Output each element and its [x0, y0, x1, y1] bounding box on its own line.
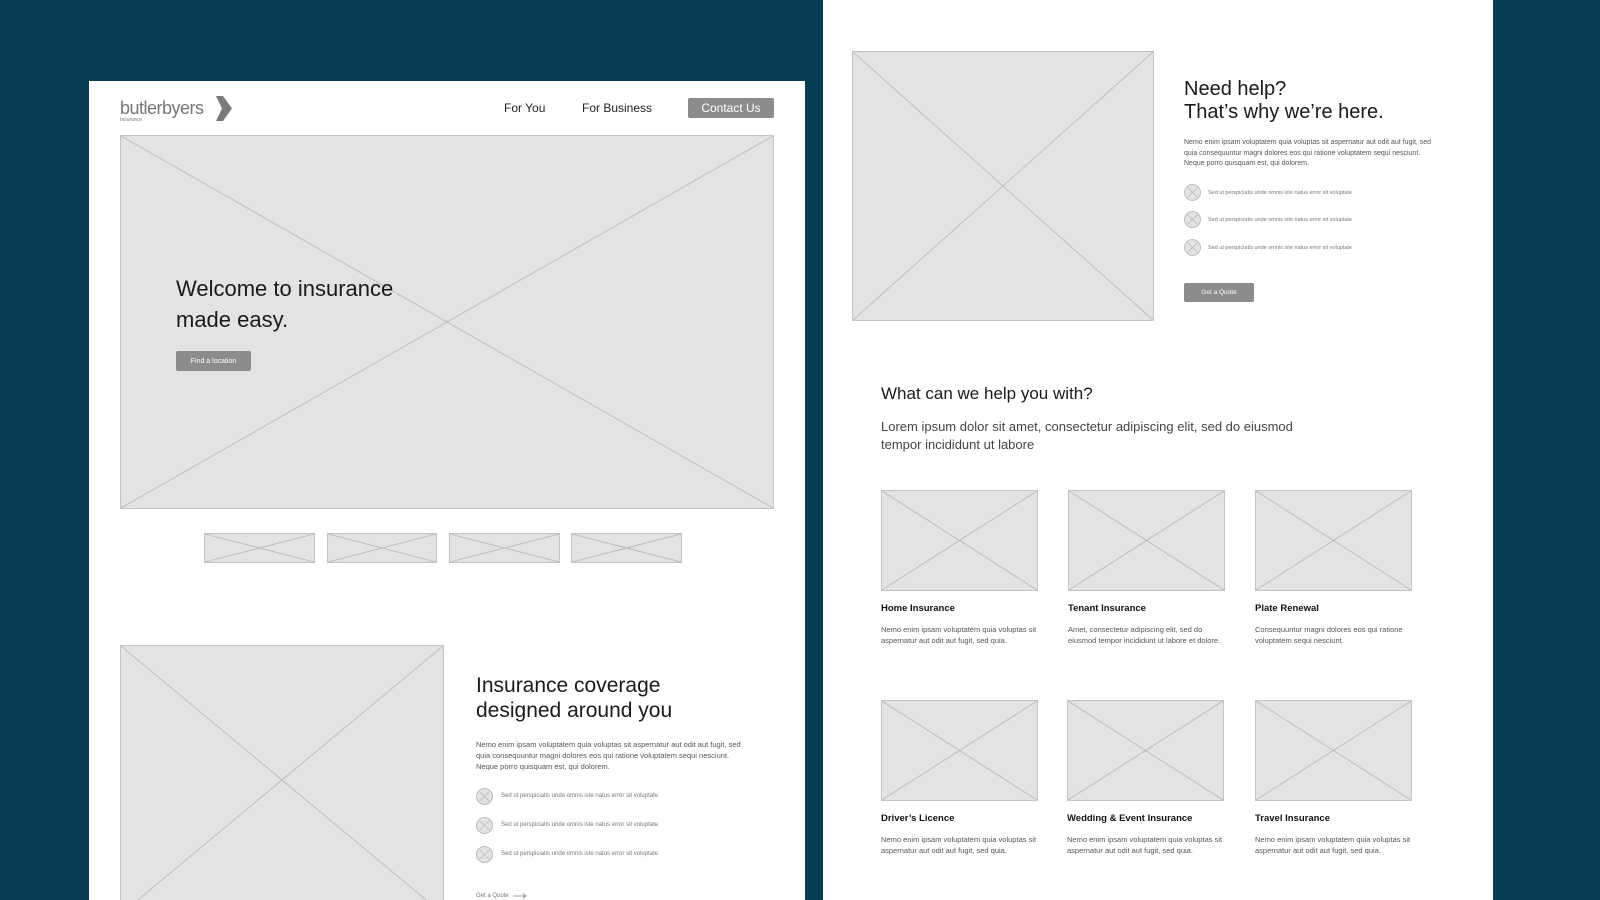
- service-card-image: [1255, 490, 1412, 591]
- help-title-line1: Need help?: [1184, 78, 1287, 100]
- help-bullet-icon-1: [1184, 184, 1201, 201]
- service-card-desc-line1: Consequuntur magni dolores eos qui ratio…: [1255, 625, 1403, 634]
- nav-for-you[interactable]: For You: [504, 101, 545, 115]
- service-card-image: [1255, 700, 1412, 801]
- coverage-bullet-icon-1: [476, 788, 493, 805]
- service-card-desc: Amet, consectetur adipiscing elit, sed d…: [1068, 624, 1220, 646]
- service-card-image: [881, 490, 1038, 591]
- service-card-desc-line1: Amet, consectetur adipiscing elit, sed d…: [1068, 625, 1203, 634]
- help-bullet-2: Sed ut perspiciatis unde omnis iste natu…: [1208, 217, 1352, 223]
- service-card-desc: Nemo enim ipsam voluptatem quia voluptas…: [881, 834, 1036, 856]
- contact-us-button[interactable]: Contact Us: [688, 98, 774, 118]
- service-card-desc-line1: Nemo enim ipsam voluptatem quia voluptas…: [881, 835, 1037, 844]
- help-bullet-icon-2: [1184, 211, 1201, 228]
- service-card-desc-line2: voluptatem sequi nesciunt.: [1255, 636, 1344, 645]
- service-card-desc-line1: Nemo enim ipsam voluptatem quia voluptas…: [1255, 835, 1411, 844]
- carousel-thumbnail-4[interactable]: [571, 533, 682, 563]
- service-card-desc: Consequuntur magni dolores eos qui ratio…: [1255, 624, 1403, 646]
- logo-brand: butlerbyers: [120, 98, 204, 118]
- logo[interactable]: butlerbyers Insurance: [120, 96, 240, 126]
- service-card-title: Tenant Insurance: [1068, 603, 1146, 614]
- get-quote-button[interactable]: Get a Quote: [1184, 283, 1254, 302]
- logo-sub: Insurance: [120, 117, 142, 123]
- service-card-image: [881, 700, 1038, 801]
- service-card-image: [1067, 700, 1224, 801]
- service-card-desc-line2: eiusmod tempor incididunt ut labore et d…: [1068, 636, 1221, 645]
- coverage-quote-link-label: Get a Quote: [476, 893, 509, 899]
- services-subtitle-line1: Lorem ipsum dolor sit amet, consectetur …: [881, 419, 1293, 434]
- arrow-right-icon: [512, 893, 527, 899]
- hero-title-line1: Welcome to insurance: [176, 276, 394, 301]
- service-card-desc: Nemo enim ipsam voluptatem quia voluptas…: [1067, 834, 1222, 856]
- service-card-desc-line2: aspernatur aut odit aut fugit, sed quia.: [881, 846, 1007, 855]
- carousel-thumbnail-3[interactable]: [449, 533, 560, 563]
- coverage-body: Nemo enim ipsam voluptatem quia voluptas…: [476, 740, 741, 771]
- logo-chevron-icon: [216, 96, 232, 121]
- service-card-title: Home Insurance: [881, 603, 955, 614]
- coverage-title: Insurance coverage designed around you: [476, 673, 672, 723]
- service-card-desc-line2: aspernatur aut odit aut fugit, sed quia.: [881, 636, 1007, 645]
- service-card-wedding-event-insurance[interactable]: Wedding & Event Insurance Nemo enim ipsa…: [1067, 700, 1227, 860]
- service-card-title: Wedding & Event Insurance: [1067, 813, 1193, 824]
- coverage-bullet-1: Sed ut perspiciatis unde omnis iste natu…: [501, 793, 659, 799]
- help-bullet-icon-3: [1184, 239, 1201, 256]
- nav-for-business[interactable]: For Business: [582, 101, 652, 115]
- service-card-tenant-insurance[interactable]: Tenant Insurance Amet, consectetur adipi…: [1068, 490, 1228, 650]
- service-card-desc-line2: aspernatur aut odit aut fugit, sed quia.: [1067, 846, 1193, 855]
- help-title-line2: That’s why we’re here.: [1184, 101, 1384, 123]
- service-card-desc: Nemo enim ipsam voluptatem quia voluptas…: [1255, 834, 1410, 856]
- service-card-desc-line1: Nemo enim ipsam voluptatem quia voluptas…: [881, 625, 1037, 634]
- carousel-thumbnail-1[interactable]: [204, 533, 315, 563]
- service-card-home-insurance[interactable]: Home Insurance Nemo enim ipsam voluptate…: [881, 490, 1041, 650]
- coverage-bullet-icon-3: [476, 846, 493, 863]
- service-card-desc: Nemo enim ipsam voluptatem quia voluptas…: [881, 624, 1036, 646]
- services-subtitle: Lorem ipsum dolor sit amet, consectetur …: [881, 418, 1293, 454]
- hero-title-line2: made easy.: [176, 307, 289, 332]
- coverage-quote-link[interactable]: Get a Quote: [476, 893, 527, 899]
- service-card-travel-insurance[interactable]: Travel Insurance Nemo enim ipsam volupta…: [1255, 700, 1415, 860]
- coverage-bullet-2: Sed ut perspiciatis unde omnis iste natu…: [501, 822, 659, 828]
- service-card-plate-renewal[interactable]: Plate Renewal Consequuntur magni dolores…: [1255, 490, 1415, 650]
- service-card-drivers-licence[interactable]: Driver’s Licence Nemo enim ipsam volupta…: [881, 700, 1041, 860]
- help-title: Need help? That’s why we’re here.: [1184, 78, 1384, 124]
- services-subtitle-line2: tempor incididunt ut labore: [881, 437, 1035, 452]
- service-card-title: Travel Insurance: [1255, 813, 1330, 824]
- coverage-title-line2: designed around you: [476, 699, 673, 722]
- service-card-title: Plate Renewal: [1255, 603, 1319, 614]
- carousel-thumbnail-2[interactable]: [327, 533, 437, 563]
- find-location-button[interactable]: Find a location: [176, 351, 251, 371]
- help-bullet-1: Sed ut perspiciatis unde omnis iste natu…: [1208, 190, 1352, 196]
- services-title: What can we help you with?: [881, 384, 1093, 403]
- service-card-desc-line1: Nemo enim ipsam voluptatem quia voluptas…: [1067, 835, 1223, 844]
- coverage-bullet-3: Sed ut perspiciatis unde omnis iste natu…: [501, 851, 659, 857]
- right-page-mockup: Need help? That’s why we’re here. Nemo e…: [823, 0, 1493, 900]
- coverage-image-placeholder: [120, 645, 444, 900]
- help-bullet-3: Sed ut perspiciatis unde omnis iste natu…: [1208, 245, 1352, 251]
- service-card-image: [1068, 490, 1225, 591]
- service-card-title: Driver’s Licence: [881, 813, 955, 824]
- hero-title: Welcome to insurance made easy.: [176, 273, 393, 335]
- help-body: Nemo enim ipsam voluptatem quia voluptas…: [1184, 139, 1432, 167]
- left-page-mockup: butlerbyers Insurance For You For Busine…: [89, 81, 805, 900]
- help-image-placeholder: [852, 51, 1154, 321]
- coverage-bullet-icon-2: [476, 817, 493, 834]
- coverage-title-line1: Insurance coverage: [476, 674, 661, 697]
- service-card-desc-line2: aspernatur aut odit aut fugit, sed quia.: [1255, 846, 1381, 855]
